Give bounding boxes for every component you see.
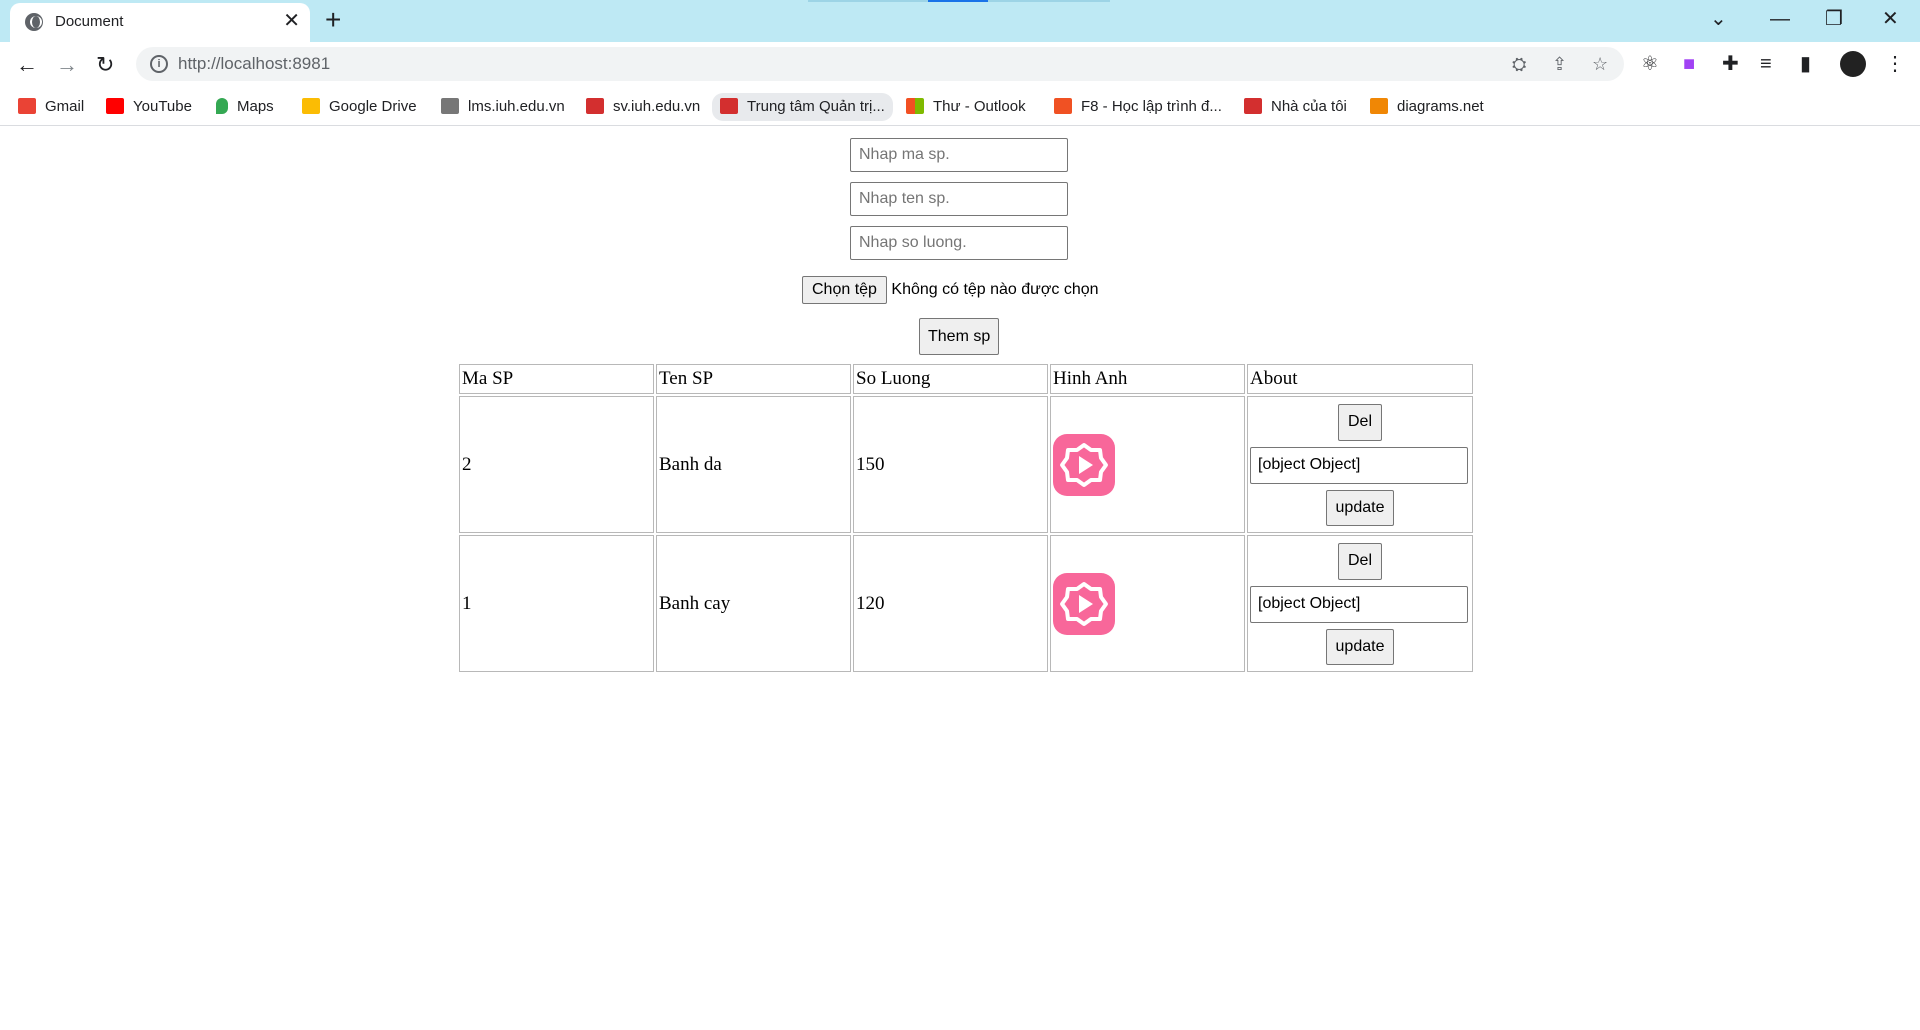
about-input[interactable]: [1250, 585, 1468, 623]
bookmark-google-drive[interactable]: Google Drive: [302, 96, 417, 118]
cell-ma-sp: 1: [459, 535, 654, 672]
bookmarks-bar: Gmail YouTube Maps Google Drive lms.iuh.…: [0, 88, 1920, 126]
back-icon[interactable]: ←: [16, 51, 38, 79]
site-info-icon[interactable]: i: [150, 55, 168, 73]
table-row: 2 Banh da 150 Del update: [459, 396, 1473, 533]
update-button[interactable]: update: [1325, 628, 1395, 665]
ten-sp-input[interactable]: [850, 182, 1068, 216]
tab-search-chevron-icon[interactable]: ⌄: [1710, 7, 1727, 31]
product-table: Ma SP Ten SP So Luong Hinh Anh About 2 B…: [457, 362, 1475, 674]
side-panel-icon[interactable]: ▮: [1800, 52, 1811, 76]
page-content: Chọn tệp Không có tệp nào được chọn Them…: [0, 126, 1920, 1030]
ma-sp-input[interactable]: [850, 138, 1068, 172]
header-about: About: [1247, 364, 1473, 394]
header-ma-sp: Ma SP: [459, 364, 654, 394]
restore-icon[interactable]: ❐: [1825, 7, 1843, 31]
bookmark-label: Trung tâm Quản trị...: [747, 98, 885, 115]
globe-icon: [25, 13, 43, 31]
youtube-icon: [106, 97, 124, 114]
bookmark-label: lms.iuh.edu.vn: [468, 98, 565, 115]
cell-ma-sp: 2: [459, 396, 654, 533]
header-hinh-anh: Hinh Anh: [1050, 364, 1245, 394]
cell-so-luong: 120: [853, 535, 1048, 672]
bookmark-label: Maps: [237, 98, 274, 115]
bookmark-sv-iuh[interactable]: sv.iuh.edu.vn: [586, 96, 700, 118]
bookmark-outlook[interactable]: Thư - Outlook: [906, 96, 1026, 118]
browser-toolbar: ← → ↻ i http://localhost:8981 ⛭ ⇪ ☆ ⚛ ■ …: [0, 42, 1920, 88]
close-window-icon[interactable]: ✕: [1882, 7, 1899, 31]
reload-icon[interactable]: ↻: [96, 51, 114, 79]
bookmark-nha-cua-toi[interactable]: Nhà của tôi: [1244, 96, 1347, 118]
new-tab-icon[interactable]: +: [325, 6, 341, 34]
extension-purple-icon[interactable]: ■: [1683, 52, 1695, 76]
table-header-row: Ma SP Ten SP So Luong Hinh Anh About: [459, 364, 1473, 394]
update-button[interactable]: update: [1325, 489, 1395, 526]
cell-about: Del update: [1247, 396, 1473, 533]
bookmark-label: Nhà của tôi: [1271, 98, 1347, 115]
bookmark-f8[interactable]: F8 - Học lập trình đ...: [1054, 96, 1222, 118]
bookmark-label: diagrams.net: [1397, 98, 1484, 115]
cell-hinh-anh: [1050, 535, 1245, 672]
extensions-puzzle-icon[interactable]: ✚: [1722, 52, 1739, 76]
bookmark-youtube[interactable]: YouTube: [106, 96, 192, 118]
bookmark-trung-tam[interactable]: Trung tâm Quản trị...: [712, 93, 893, 121]
delete-button[interactable]: Del: [1337, 542, 1382, 580]
iuh-icon: [586, 97, 604, 114]
f8-icon: [1054, 97, 1072, 114]
bookmark-gmail[interactable]: Gmail: [18, 96, 84, 118]
bookmark-label: Google Drive: [329, 98, 417, 115]
product-image-play-icon: [1053, 433, 1115, 496]
header-so-luong: So Luong: [853, 364, 1048, 394]
bookmark-diagrams[interactable]: diagrams.net: [1370, 96, 1484, 118]
bookmark-maps[interactable]: Maps: [216, 96, 274, 118]
address-bar[interactable]: i http://localhost:8981 ⛭ ⇪ ☆: [136, 47, 1624, 81]
product-image-play-icon: [1053, 572, 1115, 635]
iuh-icon: [720, 97, 738, 114]
translate-icon[interactable]: ⛭: [1512, 55, 1526, 73]
cell-about: Del update: [1247, 535, 1473, 672]
gmail-icon: [18, 97, 36, 114]
close-tab-icon[interactable]: ✕: [283, 11, 300, 31]
menu-kebab-icon[interactable]: ⋮: [1885, 52, 1905, 76]
delete-button[interactable]: Del: [1337, 403, 1382, 441]
add-product-button[interactable]: Them sp: [919, 318, 1000, 355]
media-queue-icon[interactable]: ≡: [1760, 52, 1772, 76]
tab-document[interactable]: Document ✕: [10, 3, 310, 42]
cell-ten-sp: Banh cay: [656, 535, 851, 672]
maps-icon: [216, 97, 228, 114]
google-drive-icon: [302, 97, 320, 114]
lms-icon: [441, 97, 459, 114]
profile-avatar[interactable]: [1840, 51, 1866, 77]
header-ten-sp: Ten SP: [656, 364, 851, 394]
browser-titlebar: Document ✕ + ⌄ — ❐ ✕: [0, 0, 1920, 42]
bookmark-label: F8 - Học lập trình đ...: [1081, 98, 1222, 115]
choose-file-button[interactable]: Chọn tệp: [802, 276, 887, 304]
diagrams-icon: [1370, 97, 1388, 114]
about-input[interactable]: [1250, 446, 1468, 484]
microsoft-icon: [906, 97, 924, 114]
share-icon[interactable]: ⇪: [1552, 55, 1567, 73]
forward-icon[interactable]: →: [56, 51, 78, 79]
table-row: 1 Banh cay 120 Del update: [459, 535, 1473, 672]
file-picker: Chọn tệp Không có tệp nào được chọn: [802, 276, 1099, 304]
bookmark-label: Thư - Outlook: [933, 98, 1026, 115]
bookmark-label: sv.iuh.edu.vn: [613, 98, 701, 115]
url-text: http://localhost:8981: [178, 54, 331, 73]
cell-so-luong: 150: [853, 396, 1048, 533]
bookmark-label: YouTube: [133, 98, 192, 115]
cell-hinh-anh: [1050, 396, 1245, 533]
bookmark-lms[interactable]: lms.iuh.edu.vn: [441, 96, 565, 118]
bookmark-label: Gmail: [45, 98, 85, 115]
iuh-icon: [1244, 97, 1262, 114]
tab-strip-accent: [928, 0, 988, 2]
minimize-icon[interactable]: —: [1770, 7, 1790, 31]
tab-title: Document: [55, 13, 124, 30]
extension-react-icon[interactable]: ⚛: [1641, 52, 1659, 76]
file-status-text: Không có tệp nào được chọn: [891, 281, 1099, 298]
bookmark-star-icon[interactable]: ☆: [1592, 55, 1608, 73]
cell-ten-sp: Banh da: [656, 396, 851, 533]
so-luong-input[interactable]: [850, 226, 1068, 260]
